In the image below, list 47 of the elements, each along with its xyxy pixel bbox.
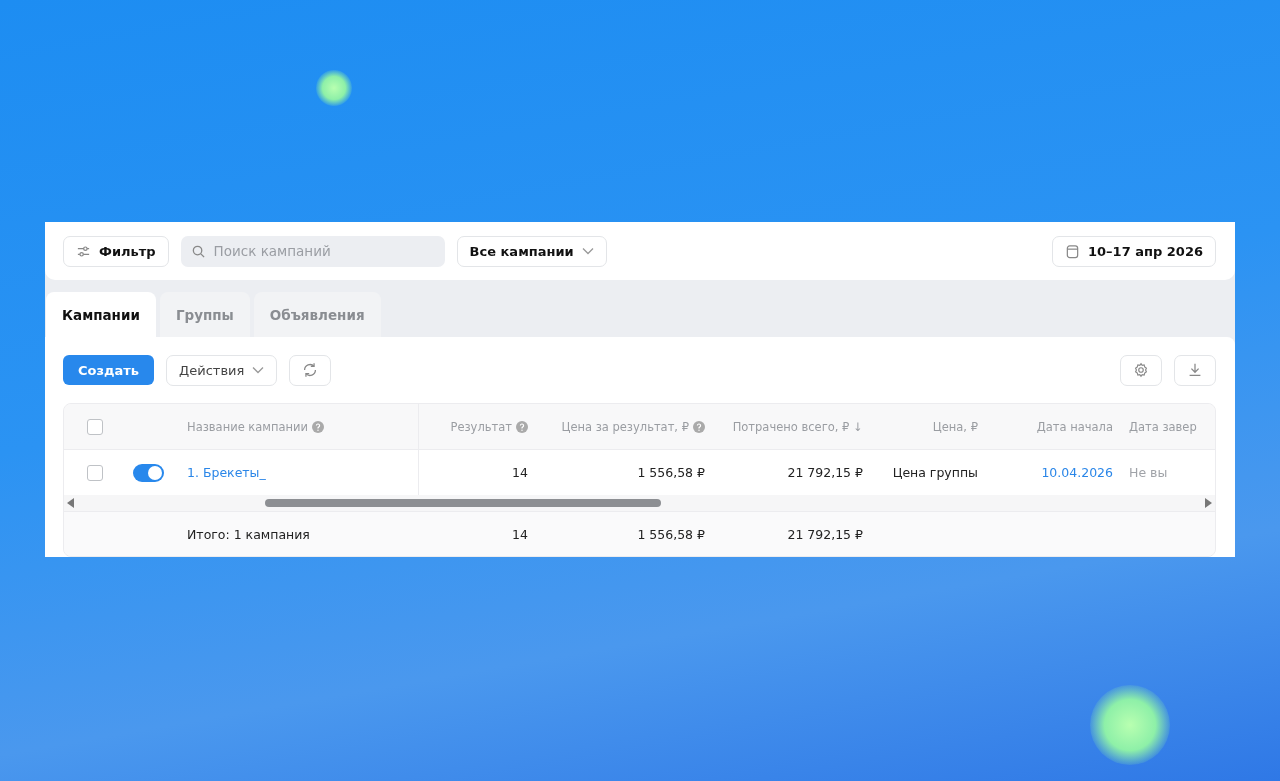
- column-header: Результат: [450, 419, 512, 434]
- total-cell: 21 792,15 ₽: [787, 526, 863, 542]
- search-icon: [190, 243, 206, 259]
- total-cell: 14: [512, 526, 528, 542]
- chevron-icon: [252, 366, 265, 374]
- refresh-button[interactable]: [289, 354, 332, 386]
- column-header: Цена за результат, ₽: [561, 419, 689, 434]
- checkbox[interactable]: [87, 418, 103, 435]
- tab[interactable]: Группы: [159, 292, 250, 337]
- table-cell: 1 556,58 ₽: [637, 465, 705, 480]
- scrollbar-thumb[interactable]: [265, 499, 661, 507]
- settings-button[interactable]: [1120, 354, 1162, 386]
- table-cell: Цена группы: [892, 465, 978, 480]
- download-button[interactable]: [1174, 354, 1216, 386]
- link[interactable]: 1. Брекеты_: [187, 465, 266, 480]
- campaigns-dropdown[interactable]: Все кампании: [456, 235, 607, 267]
- search-field[interactable]: Поиск кампаний: [180, 235, 445, 267]
- scroll-left-icon[interactable]: [67, 498, 75, 508]
- column-header: Потрачено всего, ₽: [732, 419, 850, 434]
- toggle-switch[interactable]: [133, 463, 164, 482]
- create-button[interactable]: Создать: [63, 355, 155, 385]
- actions-dropdown[interactable]: Действия: [166, 354, 278, 386]
- settings-icon: [1132, 361, 1150, 379]
- column-header: Цена, ₽: [932, 419, 978, 434]
- scroll-right-icon[interactable]: [1204, 498, 1212, 508]
- column-header: Название кампании: [187, 419, 309, 434]
- filter-button[interactable]: Фильтр: [63, 235, 169, 267]
- column-header: Дата начала: [1036, 419, 1113, 434]
- sort-arrow[interactable]: ↓: [853, 419, 863, 434]
- tab[interactable]: Объявления: [253, 292, 381, 337]
- table-cell: 21 792,15 ₽: [787, 465, 863, 480]
- table-cell: 14: [512, 465, 528, 480]
- help-icon[interactable]: [312, 420, 325, 433]
- help-icon[interactable]: [516, 420, 528, 433]
- total-cell: Итого: 1 кампания: [187, 526, 310, 542]
- help-icon[interactable]: [693, 420, 705, 433]
- date-range-button[interactable]: 10–17 апр 2026: [1052, 235, 1216, 267]
- column-header: Дата завер: [1129, 419, 1197, 434]
- checkbox[interactable]: [87, 464, 103, 481]
- tab[interactable]: Кампании: [46, 292, 156, 337]
- calendar-icon: [1065, 243, 1080, 259]
- glow-dot: [316, 70, 352, 106]
- link[interactable]: 10.04.2026: [1041, 465, 1113, 480]
- chevron-icon: [581, 247, 594, 255]
- filter-icon: [76, 243, 91, 259]
- total-cell: 1 556,58 ₽: [637, 526, 705, 542]
- table-cell: Не вы: [1129, 465, 1168, 480]
